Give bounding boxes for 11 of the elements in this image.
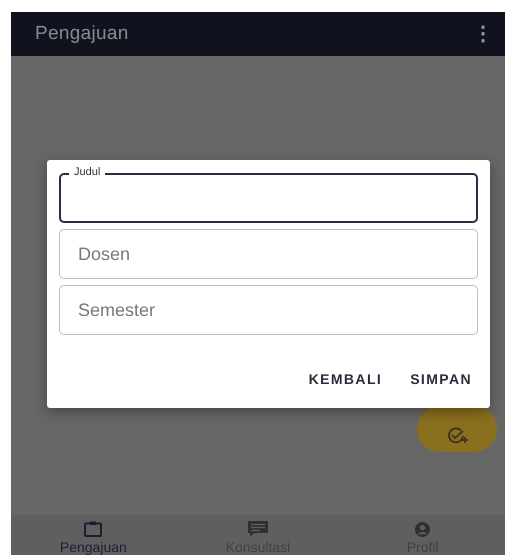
chat-icon (248, 521, 268, 537)
check-plus-icon (447, 427, 469, 445)
input-field[interactable]: Semester (59, 285, 478, 335)
profile-icon (415, 522, 430, 537)
input-field[interactable]: Dosen (59, 229, 478, 279)
app-title: Pengajuan (35, 22, 129, 46)
clipboard-icon (84, 521, 102, 537)
add-fab[interactable] (417, 406, 497, 452)
dialog-button[interactable]: KEMBALI (302, 363, 388, 396)
menu-button[interactable]: ⋮ (473, 24, 493, 44)
dialog-button[interactable]: SIMPAN (404, 363, 478, 396)
